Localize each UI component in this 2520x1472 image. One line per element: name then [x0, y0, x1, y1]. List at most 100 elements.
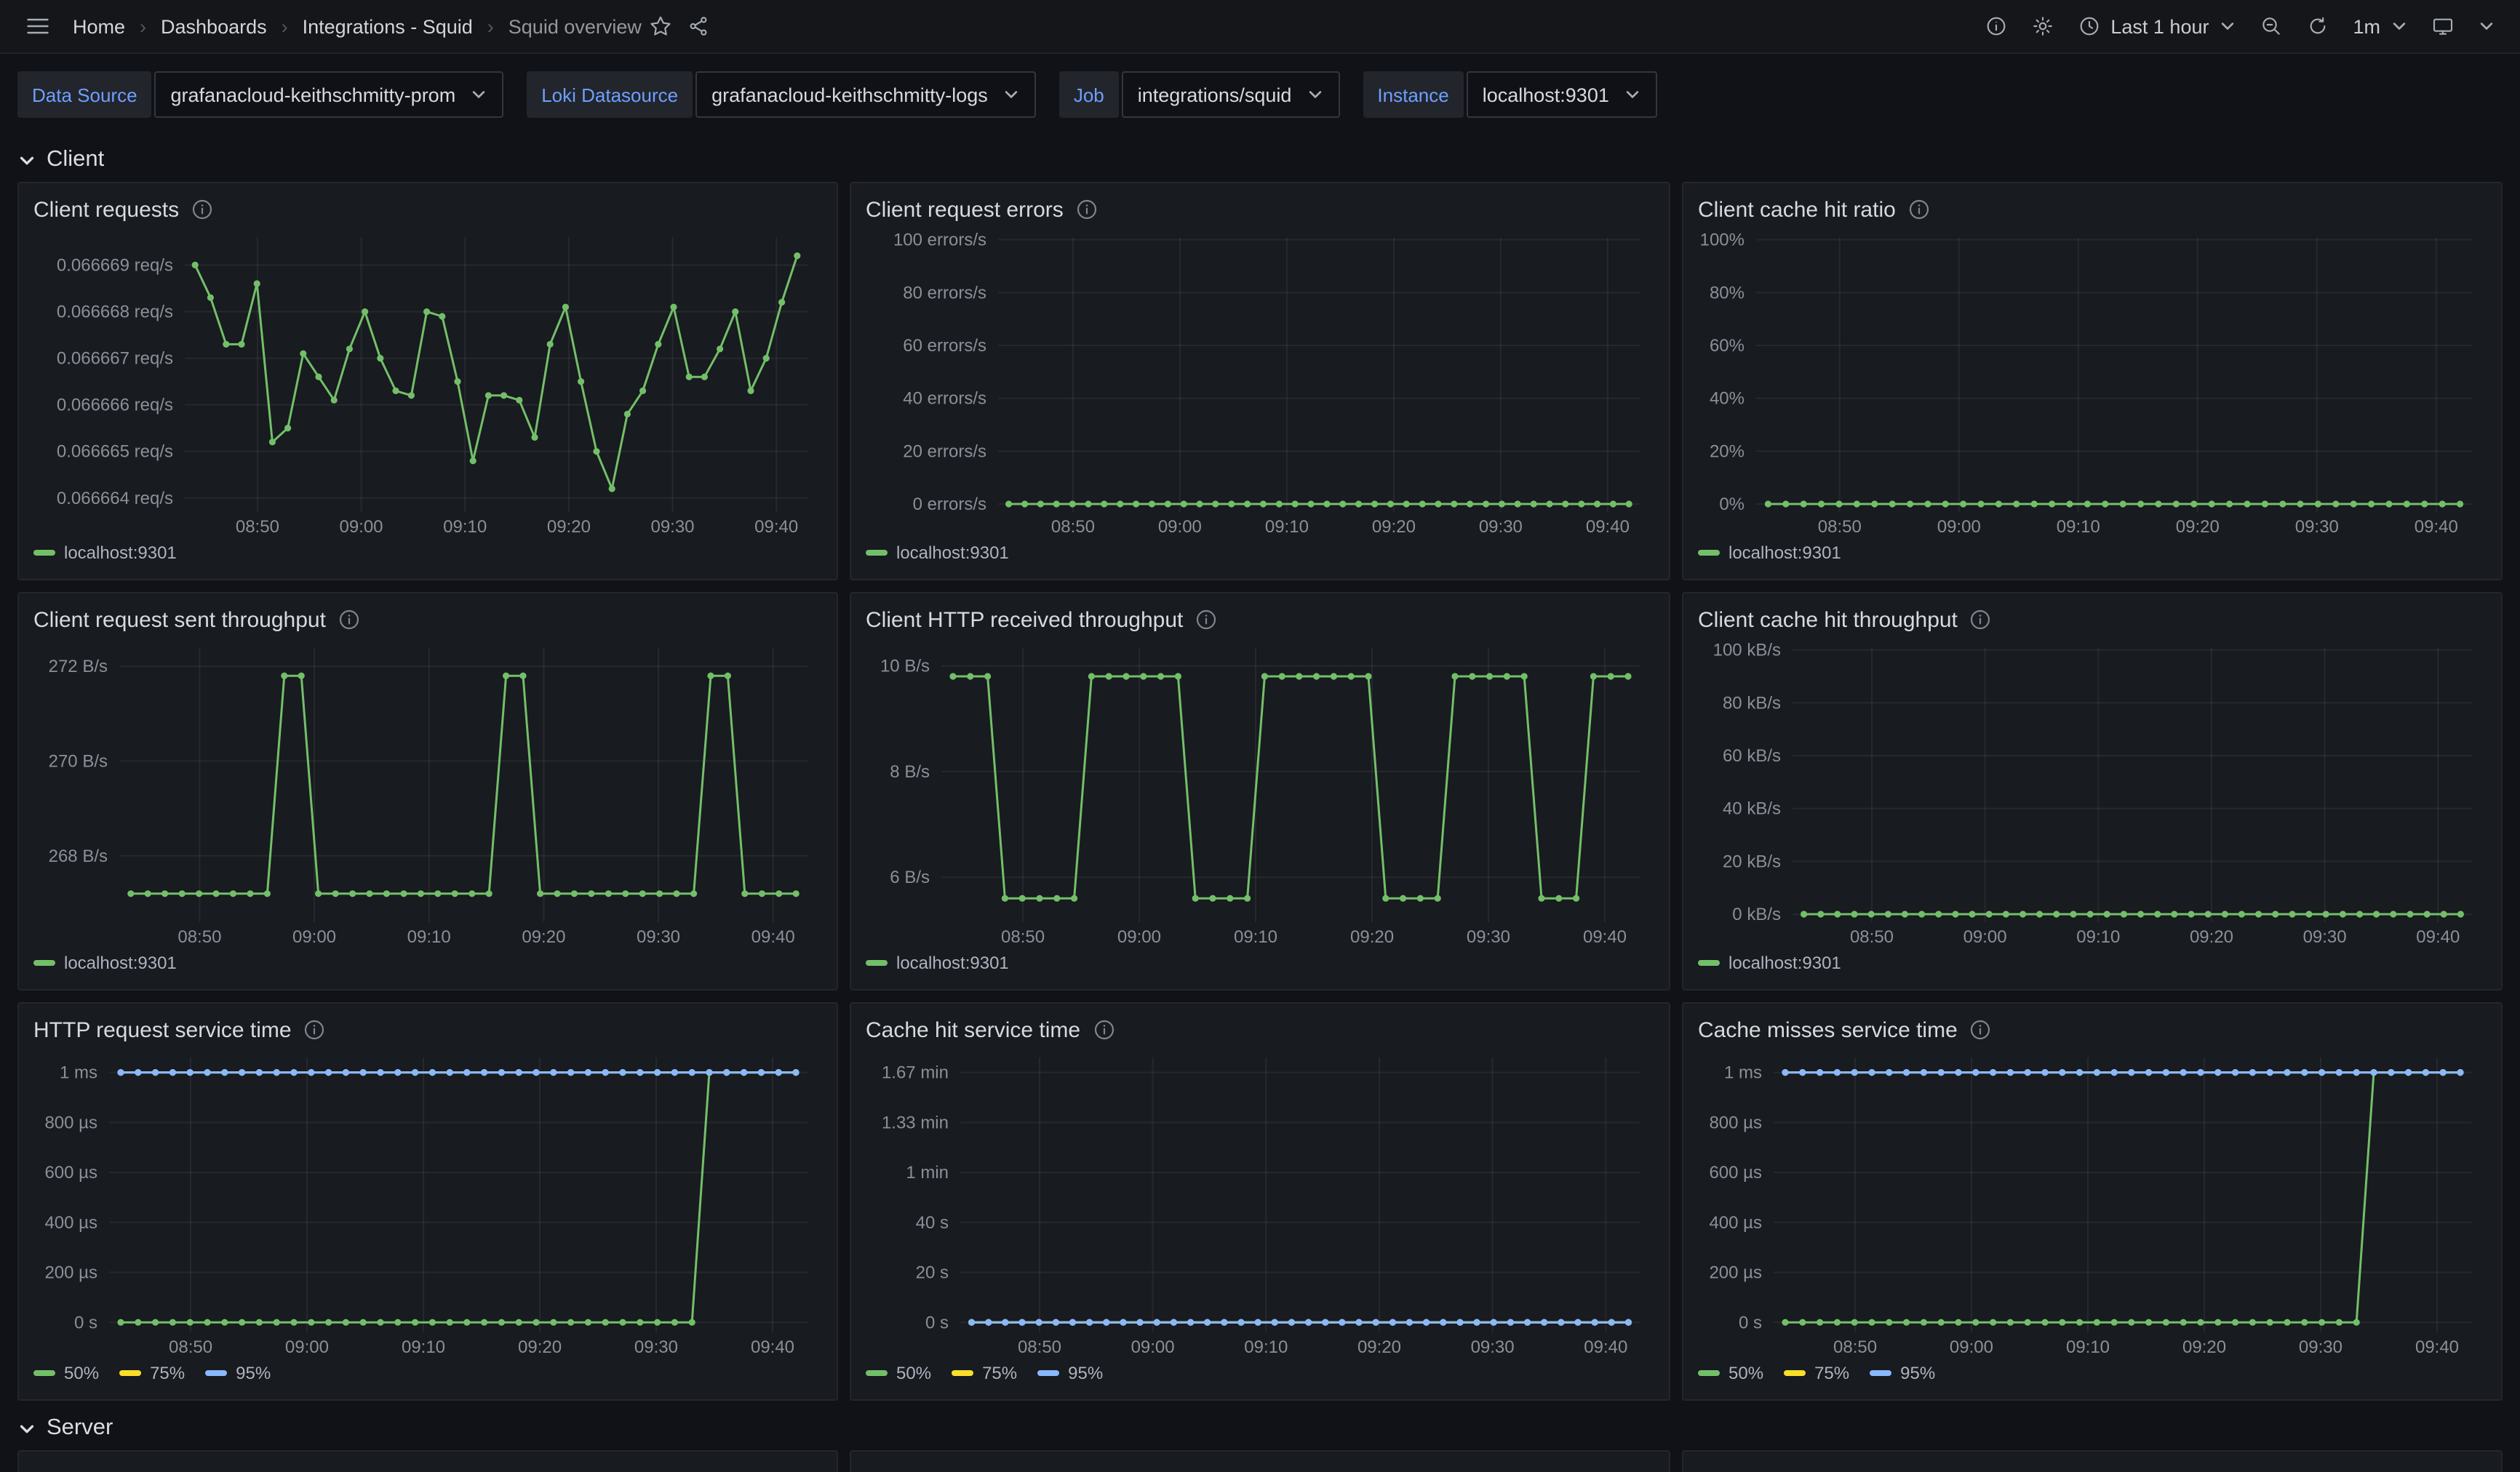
- panel-client-requests: Client requests 08:5009:0009:1009:2009:3…: [17, 182, 838, 580]
- time-series-chart[interactable]: 08:5009:0009:1009:2009:3009:400 errors/s…: [866, 225, 1654, 538]
- legend-item[interactable]: 75%: [119, 1363, 185, 1383]
- legend-label: 50%: [896, 1363, 931, 1383]
- legend-item[interactable]: 95%: [205, 1363, 271, 1383]
- info-icon[interactable]: [1909, 199, 1929, 220]
- panel-title[interactable]: Client request errors: [866, 197, 1064, 222]
- toolbar-collapse-button[interactable]: [2471, 10, 2503, 42]
- panel-title[interactable]: Client request sent throughput: [33, 607, 326, 632]
- svg-text:100 kB/s: 100 kB/s: [1713, 641, 1781, 660]
- panel-title[interactable]: Cache hit service time: [866, 1017, 1080, 1042]
- kiosk-mode-button[interactable]: [2424, 7, 2462, 45]
- legend-label: 75%: [1814, 1363, 1849, 1383]
- legend-item[interactable]: 50%: [866, 1363, 931, 1383]
- svg-text:09:00: 09:00: [1950, 1337, 1993, 1357]
- time-series-chart[interactable]: 08:5009:0009:1009:2009:3009:400 s200 µs4…: [1698, 1046, 2487, 1359]
- chart-canvas[interactable]: 08:5009:0009:1009:2009:3009:400 s20 s40 …: [866, 1046, 1654, 1359]
- svg-text:800 µs: 800 µs: [44, 1113, 97, 1132]
- chart-canvas[interactable]: 08:5009:0009:1009:2009:3009:400.066664 r…: [33, 225, 822, 538]
- dashboard-insights-button[interactable]: [1977, 7, 2014, 45]
- time-range-picker[interactable]: Last 1 hour: [2070, 7, 2244, 45]
- panel-title[interactable]: Client cache hit ratio: [1698, 197, 1896, 222]
- section-row-server[interactable]: Server: [0, 1401, 2520, 1450]
- info-icon[interactable]: [1971, 1020, 1991, 1040]
- time-series-chart[interactable]: 08:5009:0009:1009:2009:3009:406 B/s8 B/s…: [866, 636, 1654, 948]
- refresh-dashboard-button[interactable]: [2299, 7, 2337, 45]
- panel-title[interactable]: Client requests: [33, 197, 179, 222]
- breadcrumb-home[interactable]: Home: [73, 15, 125, 37]
- menu-toggle-button[interactable]: [17, 6, 58, 47]
- section-row-client[interactable]: Client: [0, 132, 2520, 182]
- svg-text:09:10: 09:10: [2057, 517, 2100, 537]
- chart-canvas[interactable]: 08:5009:0009:1009:2009:3009:406 B/s8 B/s…: [866, 636, 1654, 948]
- time-series-chart[interactable]: 08:5009:0009:1009:2009:3009:400.066664 r…: [33, 225, 822, 538]
- svg-text:40 s: 40 s: [916, 1213, 949, 1233]
- variable-select-job[interactable]: integrations/squid: [1122, 71, 1340, 118]
- chevron-down-icon: [2478, 17, 2495, 35]
- svg-text:600 µs: 600 µs: [1709, 1163, 1762, 1183]
- panel-title[interactable]: Client HTTP received throughput: [866, 607, 1183, 632]
- breadcrumb-dashboards[interactable]: Dashboards: [161, 15, 267, 37]
- monitor-icon: [2431, 15, 2455, 38]
- chart-canvas[interactable]: 08:5009:0009:1009:2009:3009:400 errors/s…: [866, 225, 1654, 538]
- chart-canvas[interactable]: 08:5009:0009:1009:2009:3009:400 kB/s20 k…: [1698, 636, 2487, 948]
- legend-item[interactable]: localhost:9301: [33, 543, 177, 563]
- legend-item[interactable]: 75%: [952, 1363, 1017, 1383]
- svg-text:80%: 80%: [1710, 283, 1745, 303]
- legend-item[interactable]: 95%: [1870, 1363, 1935, 1383]
- chart-canvas[interactable]: 08:5009:0009:1009:2009:3009:400 s200 µs4…: [1698, 1046, 2487, 1359]
- info-icon[interactable]: [1093, 1020, 1114, 1040]
- svg-text:600 µs: 600 µs: [44, 1163, 97, 1183]
- legend-item[interactable]: localhost:9301: [33, 953, 177, 973]
- info-icon[interactable]: [305, 1020, 325, 1040]
- legend-swatch: [1698, 550, 1720, 556]
- chart-canvas[interactable]: 08:5009:0009:1009:2009:3009:40268 B/s270…: [33, 636, 822, 948]
- variable-label: Instance: [1363, 71, 1463, 118]
- time-series-chart[interactable]: 08:5009:0009:1009:2009:3009:40268 B/s270…: [33, 636, 822, 948]
- breadcrumb: Home › Dashboards › Integrations - Squid…: [73, 15, 642, 37]
- panel-legend: 50% 75% 95%: [1698, 1359, 2487, 1388]
- panel-title[interactable]: HTTP request service time: [33, 1017, 292, 1042]
- breadcrumb-integrations-squid[interactable]: Integrations - Squid: [303, 15, 473, 37]
- legend-label: 50%: [1728, 1363, 1763, 1383]
- svg-text:08:50: 08:50: [178, 927, 221, 947]
- svg-text:200 µs: 200 µs: [44, 1263, 97, 1283]
- legend-item[interactable]: localhost:9301: [1698, 543, 1841, 563]
- legend-item[interactable]: localhost:9301: [1698, 953, 1841, 973]
- chart-canvas[interactable]: 08:5009:0009:1009:2009:3009:400 s200 µs4…: [33, 1046, 822, 1359]
- variable-value: localhost:9301: [1483, 84, 1609, 105]
- time-series-chart[interactable]: 08:5009:0009:1009:2009:3009:400 kB/s20 k…: [1698, 636, 2487, 948]
- panel-legend: localhost:9301: [33, 538, 822, 567]
- time-series-chart[interactable]: 08:5009:0009:1009:2009:3009:400%20%40%60…: [1698, 225, 2487, 538]
- panel-legend: localhost:9301: [1698, 538, 2487, 567]
- panel-title[interactable]: Client cache hit throughput: [1698, 607, 1958, 632]
- favorite-star-button[interactable]: [642, 7, 679, 45]
- svg-text:0 errors/s: 0 errors/s: [913, 495, 986, 514]
- legend-item[interactable]: 75%: [1784, 1363, 1849, 1383]
- svg-text:60 kB/s: 60 kB/s: [1723, 746, 1781, 766]
- variable-select-data-source[interactable]: grafanacloud-keithschmitty-prom: [155, 71, 504, 118]
- legend-item[interactable]: 95%: [1037, 1363, 1103, 1383]
- info-icon[interactable]: [1971, 609, 1991, 630]
- svg-text:09:10: 09:10: [2076, 927, 2120, 947]
- info-icon[interactable]: [192, 199, 212, 220]
- variable-select-loki-datasource[interactable]: grafanacloud-keithschmitty-logs: [695, 71, 1036, 118]
- variable-select-instance[interactable]: localhost:9301: [1467, 71, 1657, 118]
- dashboard-settings-button[interactable]: [2023, 7, 2061, 45]
- panel-partial: [1682, 1450, 2503, 1472]
- svg-text:0 s: 0 s: [925, 1313, 949, 1332]
- refresh-interval-dropdown[interactable]: 1m: [2345, 8, 2415, 44]
- legend-item[interactable]: localhost:9301: [866, 543, 1009, 563]
- panel-title[interactable]: Cache misses service time: [1698, 1017, 1958, 1042]
- chart-canvas[interactable]: 08:5009:0009:1009:2009:3009:400%20%40%60…: [1698, 225, 2487, 538]
- time-series-chart[interactable]: 08:5009:0009:1009:2009:3009:400 s200 µs4…: [33, 1046, 822, 1359]
- time-series-chart[interactable]: 08:5009:0009:1009:2009:3009:400 s20 s40 …: [866, 1046, 1654, 1359]
- info-icon[interactable]: [1077, 199, 1097, 220]
- legend-item[interactable]: 50%: [1698, 1363, 1763, 1383]
- legend-item[interactable]: localhost:9301: [866, 953, 1009, 973]
- info-icon[interactable]: [339, 609, 359, 630]
- info-icon[interactable]: [1196, 609, 1216, 630]
- legend-item[interactable]: 50%: [33, 1363, 99, 1383]
- share-dashboard-button[interactable]: [679, 7, 717, 45]
- svg-text:0.066665 req/s: 0.066665 req/s: [57, 442, 173, 462]
- zoom-out-time-button[interactable]: [2252, 7, 2290, 45]
